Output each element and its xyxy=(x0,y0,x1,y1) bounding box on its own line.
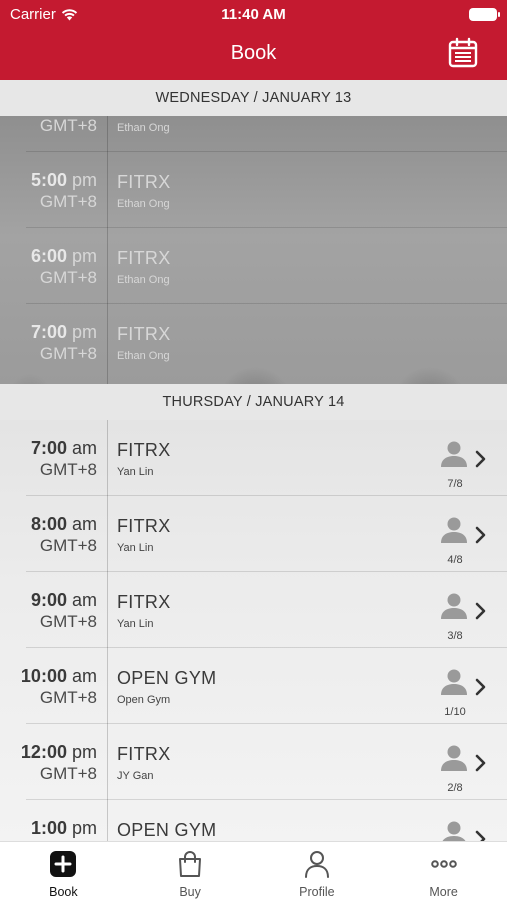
timezone-label: GMT+8 xyxy=(39,344,97,363)
tab-buy[interactable]: Buy xyxy=(127,842,254,900)
chevron-right-icon xyxy=(475,602,486,620)
capacity-count: 1/10 xyxy=(444,706,466,718)
class-row[interactable]: 8:00 am GMT+8 FITRX Yan Lin 4/8 xyxy=(0,496,507,572)
section-header-thursday: THURSDAY / JANUARY 14 xyxy=(0,384,507,420)
coach-name: Ethan Ong xyxy=(117,122,170,134)
class-time: 6:00 pm xyxy=(30,246,97,266)
timezone-label: GMT+8 xyxy=(39,268,97,287)
nav-bar: Book xyxy=(0,30,507,80)
class-name: FITRX xyxy=(117,516,171,536)
person-icon xyxy=(441,517,467,543)
coach-name: Yan Lin xyxy=(117,618,154,630)
tab-more[interactable]: More xyxy=(380,842,507,900)
class-row: 7:00 pm GMT+8 FITRX Ethan Ong xyxy=(0,304,507,380)
tab-profile[interactable]: Profile xyxy=(254,842,381,900)
class-time: 5:00 pm xyxy=(30,170,97,190)
class-row[interactable]: 1:00 pm OPEN GYM xyxy=(0,800,507,841)
class-row: GMT+8 Ethan Ong xyxy=(0,116,507,152)
calendar-icon[interactable] xyxy=(447,37,479,69)
person-icon xyxy=(304,851,329,878)
section-header-wednesday: WEDNESDAY / JANUARY 13 xyxy=(0,80,507,116)
timezone-label: GMT+8 xyxy=(39,460,97,479)
chevron-right-icon xyxy=(475,450,486,468)
coach-name: Ethan Ong xyxy=(117,274,170,286)
capacity-count: 4/8 xyxy=(447,554,463,566)
timezone-label: GMT+8 xyxy=(39,116,97,135)
coach-name: Ethan Ong xyxy=(117,198,170,210)
class-name: OPEN GYM xyxy=(117,668,217,688)
class-name: FITRX xyxy=(117,744,171,764)
coach-name: Yan Lin xyxy=(117,466,154,478)
chevron-right-icon xyxy=(475,526,486,544)
plus-square-icon xyxy=(50,851,77,877)
more-dots-icon xyxy=(430,860,457,868)
tab-label: Book xyxy=(49,885,78,899)
class-name: FITRX xyxy=(117,324,171,344)
class-time: 8:00 am xyxy=(30,514,97,534)
battery-icon xyxy=(469,8,500,21)
person-icon xyxy=(442,821,466,841)
class-time: 9:00 am xyxy=(30,590,97,610)
class-row: 6:00 pm GMT+8 FITRX Ethan Ong xyxy=(0,228,507,304)
timezone-label: GMT+8 xyxy=(39,612,97,631)
person-icon xyxy=(441,441,467,467)
page-title: Book xyxy=(230,42,277,64)
person-icon xyxy=(441,593,467,619)
chevron-right-icon xyxy=(475,678,486,696)
person-icon xyxy=(441,669,467,695)
tab-label: More xyxy=(429,885,458,899)
class-name: FITRX xyxy=(117,172,171,192)
tab-book[interactable]: Book xyxy=(0,842,127,900)
class-time: 1:00 pm xyxy=(30,818,97,838)
class-row: 5:00 pm GMT+8 FITRX Ethan Ong xyxy=(0,152,507,228)
class-time: 12:00 pm xyxy=(20,742,97,762)
chevron-right-icon xyxy=(475,830,486,841)
class-time: 10:00 am xyxy=(20,666,97,686)
past-classes: GMT+8 Ethan Ong 5:00 pm GMT+8 FITRX Etha… xyxy=(0,116,507,384)
capacity-count: 3/8 xyxy=(447,630,463,642)
class-name: FITRX xyxy=(117,248,171,268)
timezone-label: GMT+8 xyxy=(39,192,97,211)
capacity-count: 7/8 xyxy=(447,478,463,490)
coach-name: Ethan Ong xyxy=(117,350,170,362)
timezone-label: GMT+8 xyxy=(39,764,97,783)
tab-bar: Book Buy Profile More xyxy=(0,841,507,900)
shopping-bag-icon xyxy=(179,851,202,877)
timezone-label: GMT+8 xyxy=(39,688,97,707)
class-time: 7:00 am xyxy=(30,438,97,458)
class-time: 7:00 pm xyxy=(30,322,97,342)
status-bar: Carrier 11:40 AM xyxy=(0,0,507,30)
class-name: FITRX xyxy=(117,592,171,612)
coach-name: JY Gan xyxy=(117,770,154,782)
tab-label: Profile xyxy=(299,885,335,899)
class-row[interactable]: 9:00 am GMT+8 FITRX Yan Lin 3/8 xyxy=(0,572,507,648)
class-name: OPEN GYM xyxy=(117,820,217,840)
status-time: 11:40 AM xyxy=(221,6,286,23)
class-row[interactable]: 10:00 am GMT+8 OPEN GYM Open Gym 1/10 xyxy=(0,648,507,724)
schedule-list[interactable]: WEDNESDAY / JANUARY 13 GMT+8 Ethan Ong 5… xyxy=(0,80,507,841)
timezone-label: GMT+8 xyxy=(39,536,97,555)
class-row[interactable]: 12:00 pm GMT+8 FITRX JY Gan 2/8 xyxy=(0,724,507,800)
chevron-right-icon xyxy=(475,754,486,772)
upcoming-classes: 7:00 am GMT+8 FITRX Yan Lin 7/8 8:00 am … xyxy=(0,420,507,841)
tab-label: Buy xyxy=(179,885,201,899)
coach-name: Yan Lin xyxy=(117,542,154,554)
class-row[interactable]: 7:00 am GMT+8 FITRX Yan Lin 7/8 xyxy=(0,420,507,496)
class-name: FITRX xyxy=(117,440,171,460)
person-icon xyxy=(441,745,467,771)
capacity-count: 2/8 xyxy=(447,782,463,794)
coach-name: Open Gym xyxy=(117,694,171,706)
